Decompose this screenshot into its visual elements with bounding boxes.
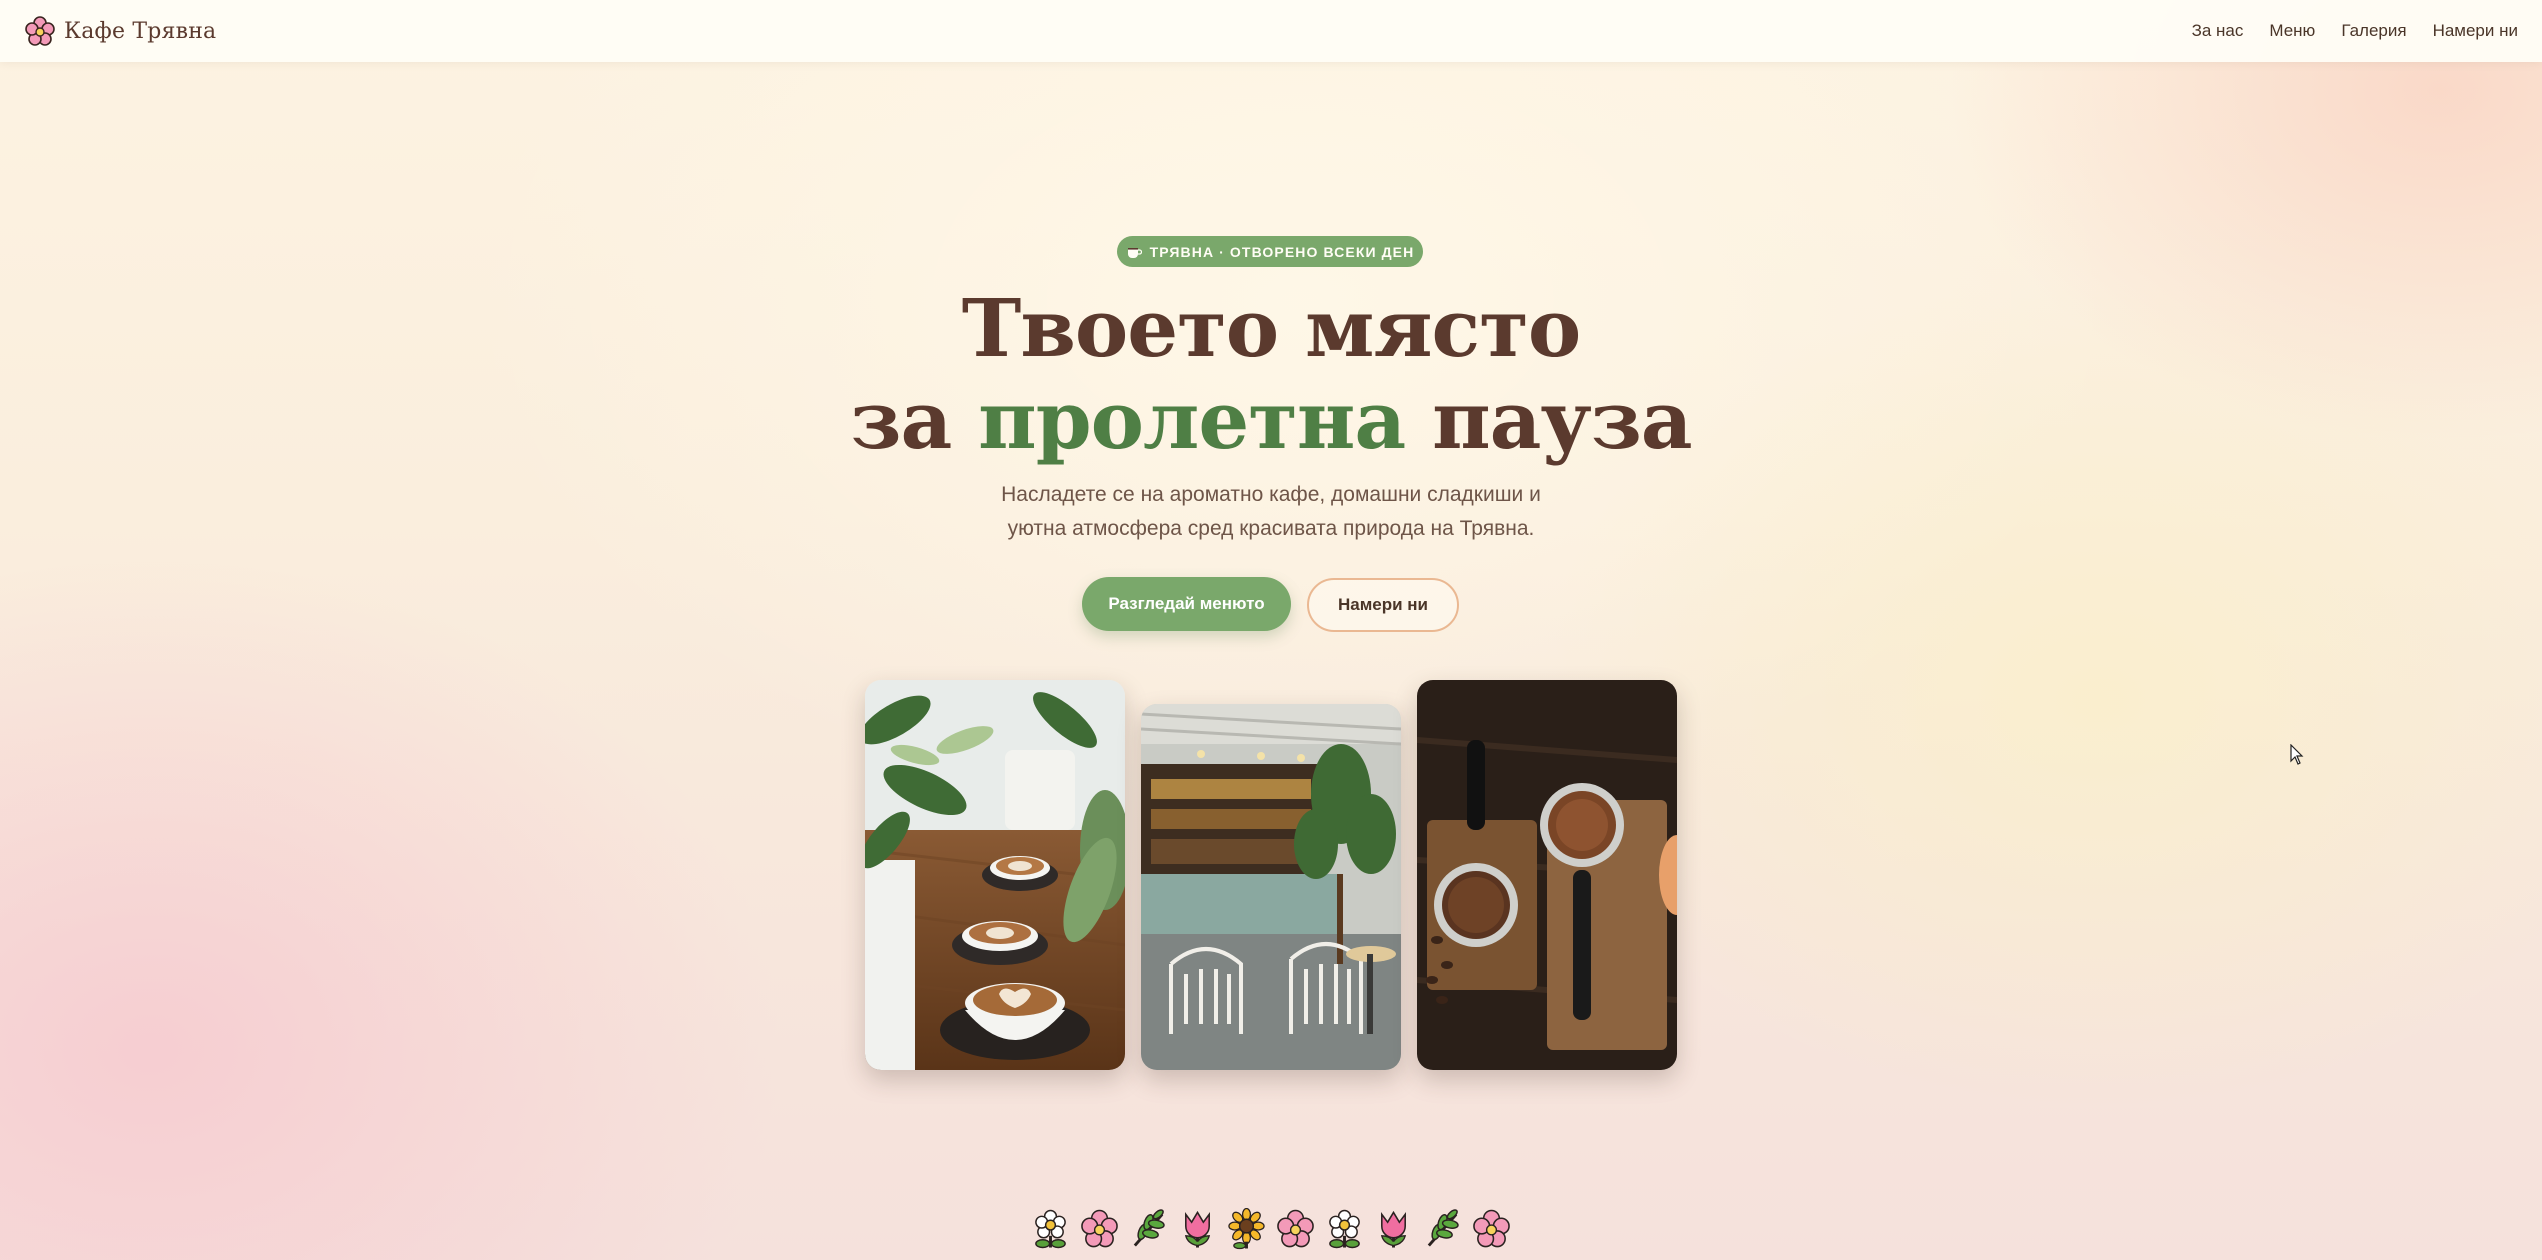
find-us-button[interactable]: Намери ни [1307, 578, 1459, 632]
hero-title: Твоето място за пролетна пауза [700, 282, 1842, 466]
hero-subtitle-line2: уютна атмосфера сред красивата природа н… [1007, 517, 1535, 540]
nav-link-find-us[interactable]: Намери ни [2433, 21, 2518, 41]
sunflower-icon [1228, 1208, 1265, 1250]
daisy-icon [1035, 1209, 1066, 1249]
coffee-cup-icon [1127, 247, 1142, 258]
site-header: Кафе Трявна За нас Меню Галерия Намери н… [0, 0, 2542, 62]
tulip-icon [1184, 1210, 1211, 1248]
tulip-icon [1380, 1210, 1407, 1248]
brand-name: Кафе Трявна [64, 18, 217, 44]
hero-subtitle-line1: Насладете се на ароматно кафе, домашни с… [1001, 483, 1541, 506]
daisy-icon [1329, 1209, 1360, 1249]
hero-badge-text: ТРЯВНА · ОТВОРЕНО ВСЕКИ ДЕН [1149, 243, 1415, 260]
cherry-blossom-icon [25, 16, 55, 46]
flower-decoration-row [1026, 1208, 1516, 1252]
cherry-blossom-icon [1081, 1209, 1118, 1248]
nav-link-about[interactable]: За нас [2192, 21, 2244, 41]
gallery-photo-lattes [865, 680, 1125, 1070]
nav-link-gallery[interactable]: Галерия [2341, 21, 2406, 41]
hero-title-line2-pre: за [850, 373, 979, 467]
herb-icon [1133, 1209, 1165, 1247]
cherry-blossom-icon [1473, 1209, 1510, 1248]
view-menu-button[interactable]: Разгледай менюто [1082, 577, 1291, 631]
gallery-photo-espresso [1417, 680, 1677, 1070]
gallery-photo-interior [1141, 704, 1401, 1070]
hero-badge: ТРЯВНА · ОТВОРЕНО ВСЕКИ ДЕН [1117, 236, 1423, 267]
hero-title-accent: пролетна [978, 373, 1406, 467]
hero-title-line2-post: пауза [1405, 373, 1693, 467]
herb-icon [1427, 1209, 1459, 1247]
hero-subtitle: Насладете се на ароматно кафе, домашни с… [921, 478, 1621, 546]
hero-title-line1: Твоето място [961, 281, 1581, 375]
main-nav: За нас Меню Галерия Намери ни [2192, 21, 2518, 41]
brand[interactable]: Кафе Трявна [24, 15, 216, 47]
cherry-blossom-icon [1277, 1209, 1314, 1248]
nav-link-menu[interactable]: Меню [2269, 21, 2315, 41]
mouse-cursor-icon [2290, 744, 2304, 765]
